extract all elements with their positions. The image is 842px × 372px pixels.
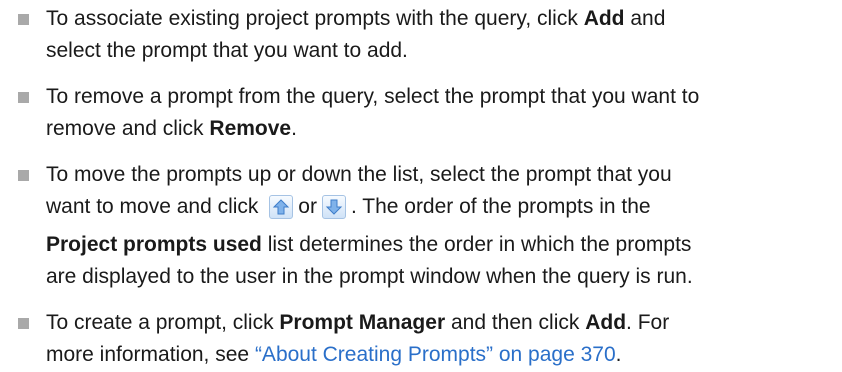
text-segment: more information, see	[46, 343, 255, 366]
bold-term: Add	[583, 7, 625, 30]
text-line: more information, see “About Creating Pr…	[46, 342, 622, 368]
text-segment: select the prompt that you want to add.	[46, 39, 408, 62]
text-segment: To remove a prompt from the query, selec…	[46, 85, 700, 108]
text-line: Project prompts used list determines the…	[46, 232, 691, 258]
text-segment: . The order of the prompts in the	[350, 195, 651, 218]
move-down-arrow-icon	[321, 195, 346, 219]
text-segment: .	[615, 343, 622, 366]
text-segment: or	[298, 195, 317, 218]
bold-term: Project prompts used	[46, 233, 262, 256]
text-line: want to move and click or . The order of …	[46, 194, 651, 220]
text-segment: To create a prompt, click	[46, 311, 280, 334]
text-segment: list determines the order in which the p…	[261, 233, 692, 256]
text-line: To move the prompts up or down the list,…	[46, 162, 672, 188]
square-bullet-icon	[18, 92, 29, 103]
square-bullet-icon	[18, 318, 29, 329]
text-segment: are displayed to the user in the prompt …	[46, 265, 693, 288]
instruction-list: To associate existing project prompts wi…	[0, 0, 842, 372]
text-line: select the prompt that you want to add.	[46, 38, 408, 64]
text-segment: remove and click	[46, 117, 210, 140]
text-line: remove and click Remove.	[46, 116, 297, 142]
text-segment: want to move and click	[46, 195, 265, 218]
bold-term: Remove	[209, 117, 292, 140]
square-bullet-icon	[18, 14, 29, 25]
text-segment: To move the prompts up or down the list,…	[46, 163, 672, 186]
text-line: To associate existing project prompts wi…	[46, 6, 665, 32]
text-segment: and	[624, 7, 666, 30]
text-segment: and then click	[445, 311, 586, 334]
bold-term: Prompt Manager	[279, 311, 446, 334]
bold-term: Add	[585, 311, 627, 334]
text-line: are displayed to the user in the prompt …	[46, 264, 693, 290]
text-segment: .	[291, 117, 297, 140]
text-segment: To associate existing project prompts wi…	[46, 7, 584, 30]
move-up-arrow-icon	[269, 195, 294, 219]
cross-reference-link[interactable]: “About Creating Prompts” on page 370	[255, 343, 616, 366]
square-bullet-icon	[18, 170, 29, 181]
text-segment: . For	[626, 311, 670, 334]
text-line: To remove a prompt from the query, selec…	[46, 84, 699, 110]
text-line: To create a prompt, click Prompt Manager…	[46, 310, 669, 336]
